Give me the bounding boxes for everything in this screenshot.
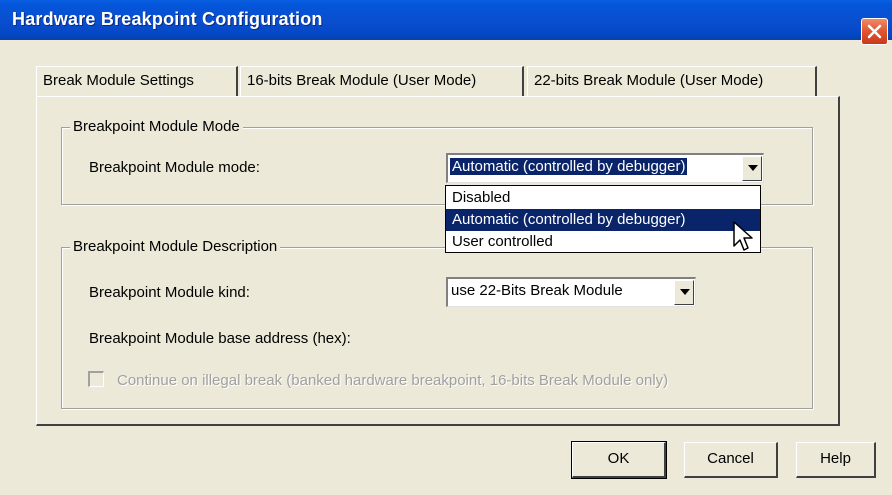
address-label: Breakpoint Module base address (hex): xyxy=(89,330,351,347)
ok-button[interactable]: OK xyxy=(571,441,667,479)
mouse-cursor-icon xyxy=(733,221,753,251)
close-button[interactable] xyxy=(861,18,888,45)
tab-label: 16-bits Break Module (User Mode) xyxy=(247,72,477,89)
tab-label: Break Module Settings xyxy=(43,72,194,89)
mode-dropdown[interactable]: Automatic (controlled by debugger) xyxy=(446,153,764,183)
kind-dropdown-value: use 22-Bits Break Module xyxy=(451,282,623,299)
tab-panel: Breakpoint Module Mode Breakpoint Module… xyxy=(36,96,840,426)
dropdown-arrow-icon[interactable] xyxy=(674,280,694,305)
mode-label: Breakpoint Module mode: xyxy=(89,159,260,176)
cancel-button-label: Cancel xyxy=(707,450,754,467)
kind-dropdown[interactable]: use 22-Bits Break Module xyxy=(446,277,696,307)
window-title: Hardware Breakpoint Configuration xyxy=(12,9,323,29)
tab-22-bits-break-module[interactable]: 22-bits Break Module (User Mode) xyxy=(527,66,817,96)
help-button[interactable]: Help xyxy=(796,442,876,478)
cancel-button[interactable]: Cancel xyxy=(684,442,778,478)
option-user-controlled[interactable]: User controlled xyxy=(446,231,760,253)
continue-label: Continue on illegal break (banked hardwa… xyxy=(117,372,669,389)
tab-break-module-settings[interactable]: Break Module Settings xyxy=(36,66,238,96)
title-bar: Hardware Breakpoint Configuration xyxy=(0,0,892,45)
mode-group-legend: Breakpoint Module Mode xyxy=(70,118,243,135)
tab-16-bits-break-module[interactable]: 16-bits Break Module (User Mode) xyxy=(240,66,524,96)
mode-dropdown-value: Automatic (controlled by debugger) xyxy=(450,158,688,175)
tab-label: 22-bits Break Module (User Mode) xyxy=(534,72,764,89)
dropdown-arrow-icon[interactable] xyxy=(742,156,762,181)
kind-label: Breakpoint Module kind: xyxy=(89,284,250,301)
description-group-legend: Breakpoint Module Description xyxy=(70,238,281,255)
option-automatic[interactable]: Automatic (controlled by debugger) xyxy=(446,209,760,231)
mode-dropdown-list: Disabled Automatic (controlled by debugg… xyxy=(445,185,761,253)
option-disabled[interactable]: Disabled xyxy=(446,187,760,209)
close-icon xyxy=(867,24,882,39)
ok-button-label: OK xyxy=(607,450,630,467)
help-button-label: Help xyxy=(820,450,851,467)
continue-checkbox[interactable] xyxy=(88,371,104,387)
